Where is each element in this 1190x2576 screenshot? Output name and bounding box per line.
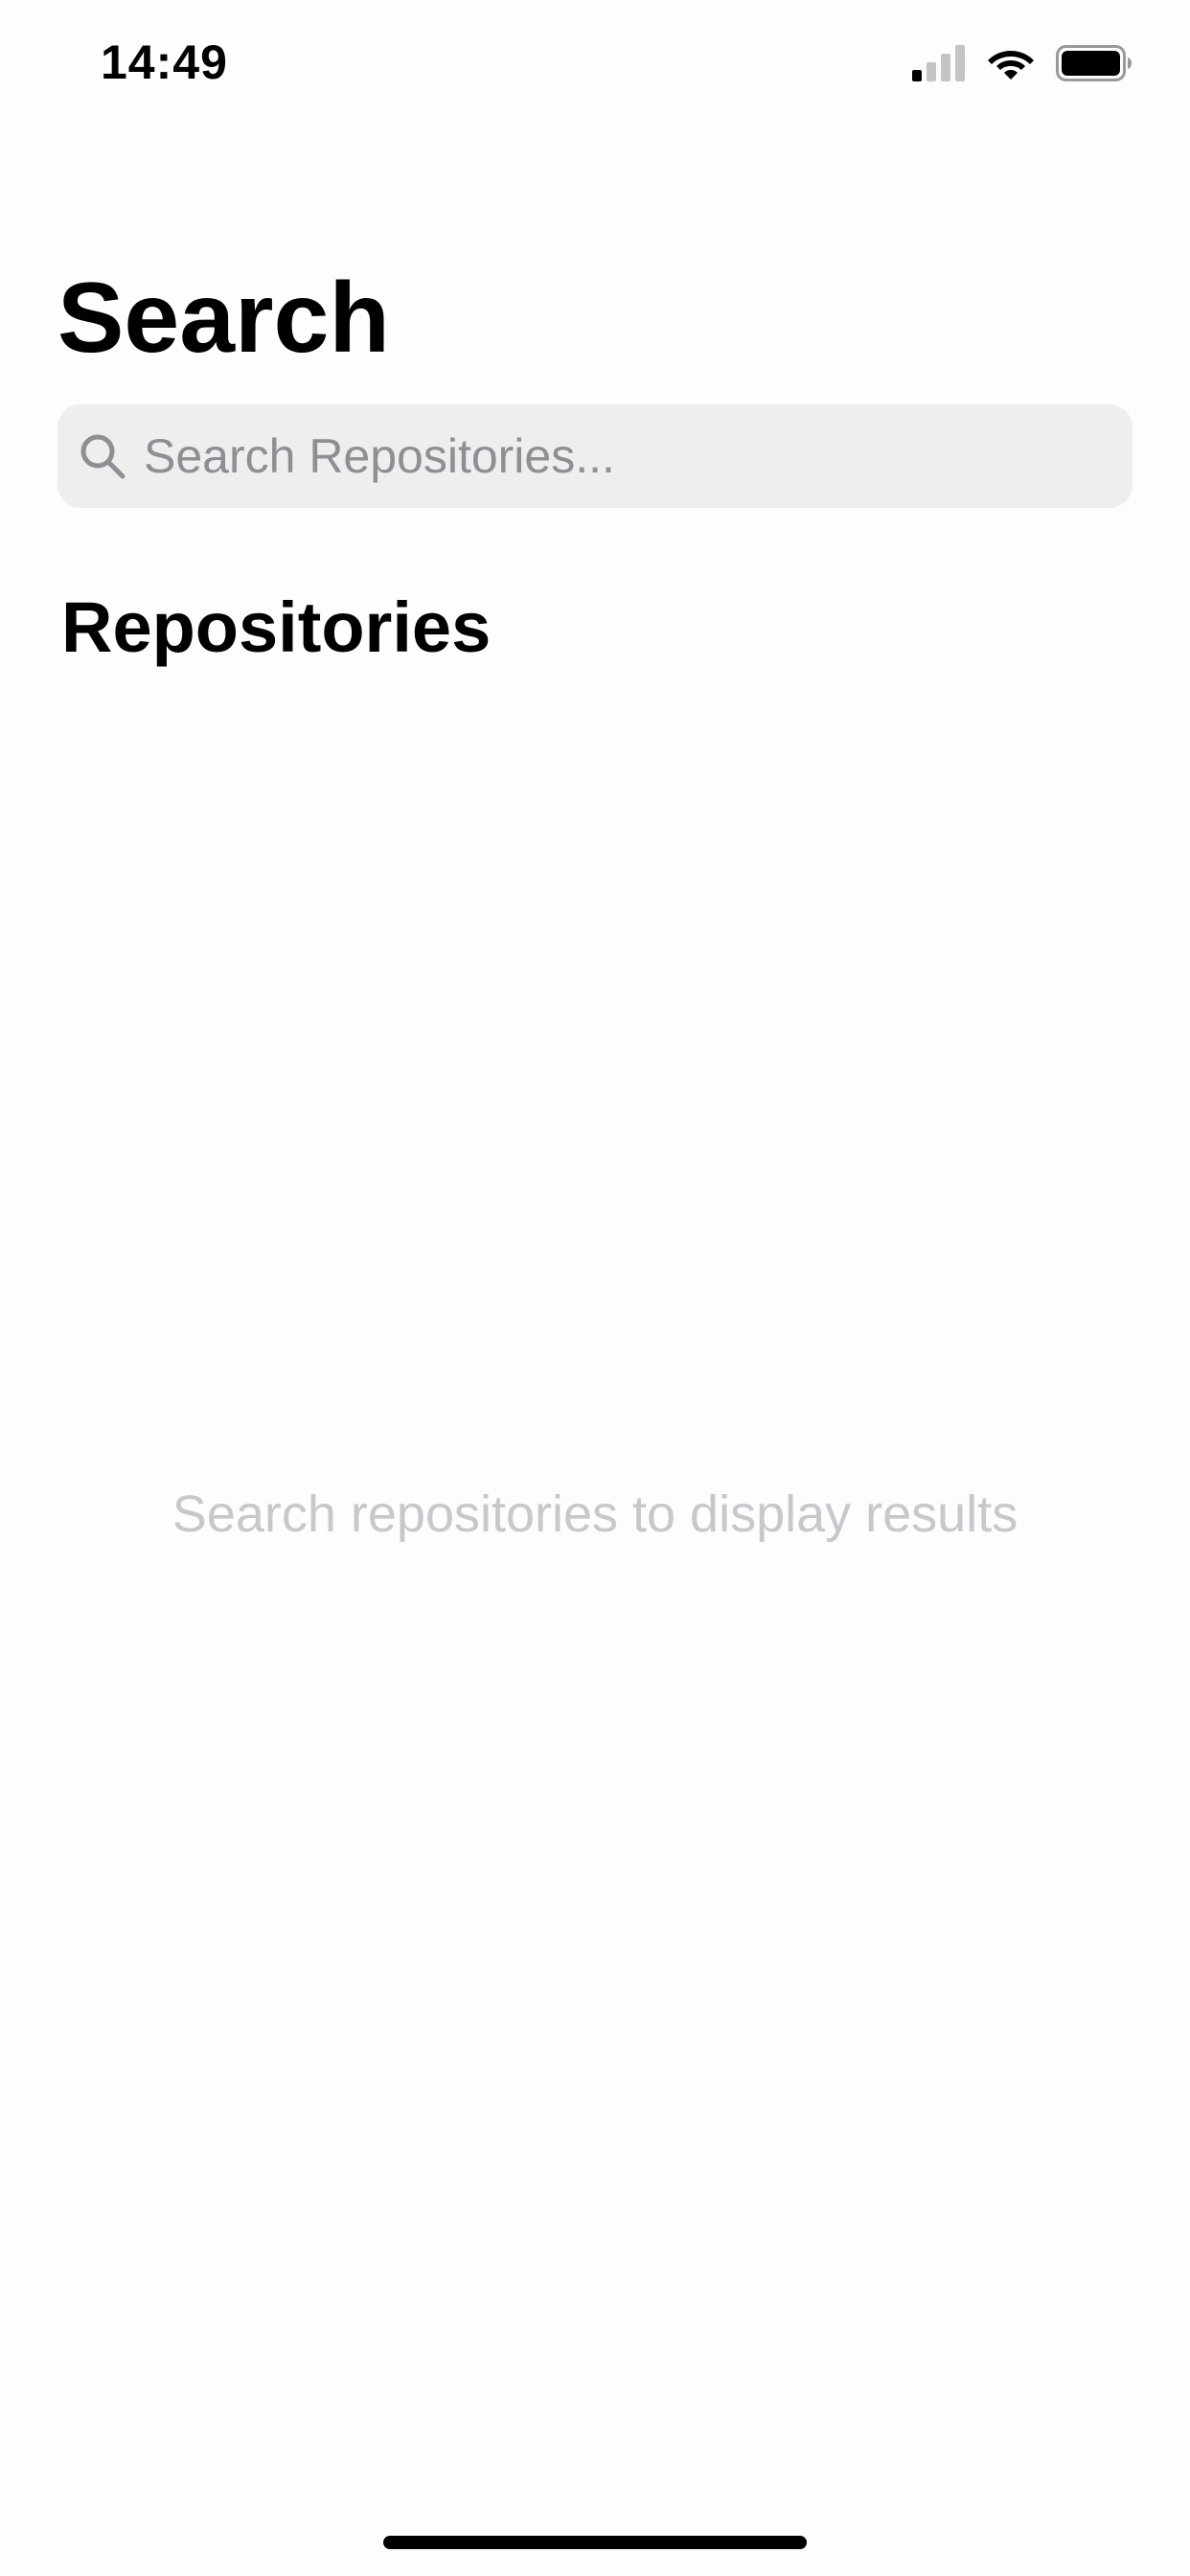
home-indicator[interactable]	[383, 2536, 807, 2549]
wifi-icon	[987, 45, 1035, 86]
search-bar[interactable]	[57, 404, 1133, 508]
status-bar: 14:49	[0, 0, 1190, 126]
search-screen: 14:49 Search Search Repositories... Repo…	[0, 0, 1190, 2576]
status-icons	[912, 44, 1133, 86]
status-time: 14:49	[101, 35, 228, 89]
empty-state-message: Search repositories to display results	[172, 1485, 1018, 1543]
search-icon	[77, 430, 128, 482]
search-input[interactable]	[144, 404, 1133, 508]
page-title: Search	[57, 263, 390, 374]
section-title-repositories: Repositories	[61, 587, 492, 667]
battery-icon	[1056, 44, 1133, 86]
cellular-signal-icon	[912, 44, 966, 86]
